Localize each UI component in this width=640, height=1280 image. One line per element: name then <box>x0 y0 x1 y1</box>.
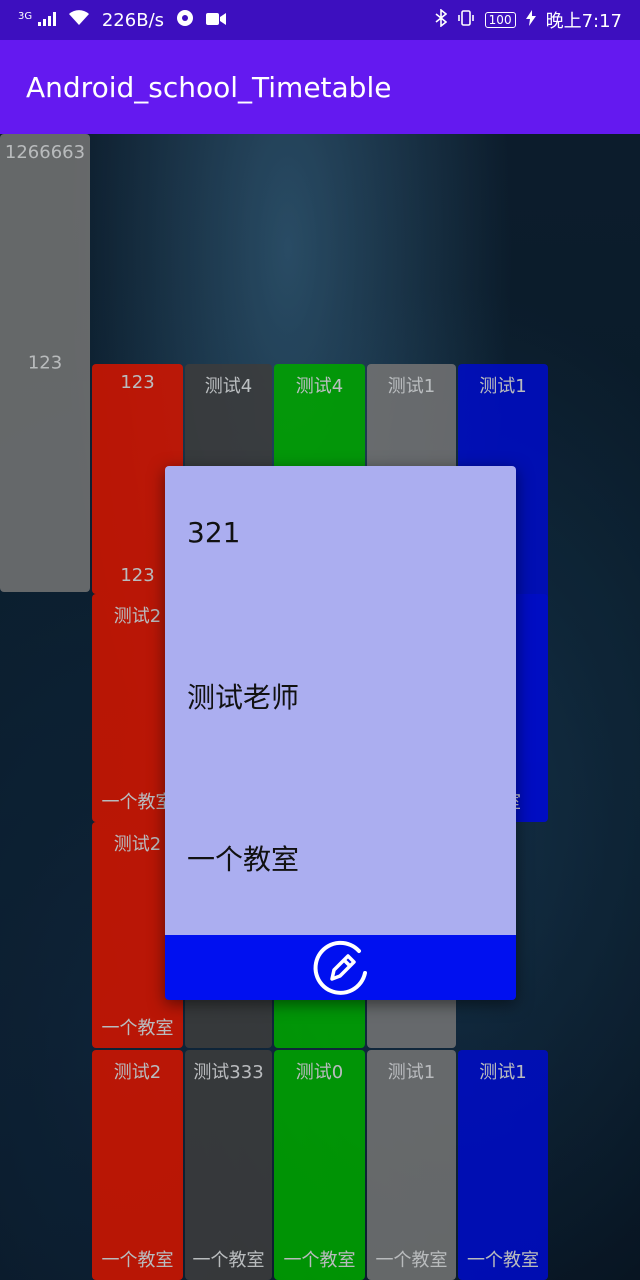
course-name: 321 <box>187 516 241 549</box>
network-type: 3G <box>18 10 33 22</box>
battery-icon: 100 <box>484 12 516 28</box>
status-bar: 3G 226B/s 100 晚上7:17 <box>0 0 640 40</box>
bluetooth-icon <box>435 7 447 32</box>
course-detail-dialog: 321 测试老师 一个教室 <box>165 466 516 1000</box>
edit-button[interactable] <box>311 938 371 998</box>
vpn-icon <box>176 9 194 32</box>
course-teacher: 测试老师 <box>187 681 300 714</box>
wifi-icon <box>68 9 90 31</box>
app-bar: Android_school_Timetable <box>0 40 640 134</box>
vibrate-icon <box>457 9 475 32</box>
charging-icon <box>525 9 536 31</box>
edit-icon <box>313 940 367 995</box>
network-speed: 226B/s <box>101 9 165 31</box>
dialog-footer <box>165 935 516 1000</box>
app-title: Android_school_Timetable <box>26 70 392 104</box>
signal-icon: 3G <box>18 10 56 31</box>
clock: 晚上7:17 <box>545 11 622 32</box>
dialog-body: 321 测试老师 一个教室 <box>165 466 516 935</box>
course-classroom: 一个教室 <box>187 843 300 876</box>
video-icon <box>206 10 227 31</box>
